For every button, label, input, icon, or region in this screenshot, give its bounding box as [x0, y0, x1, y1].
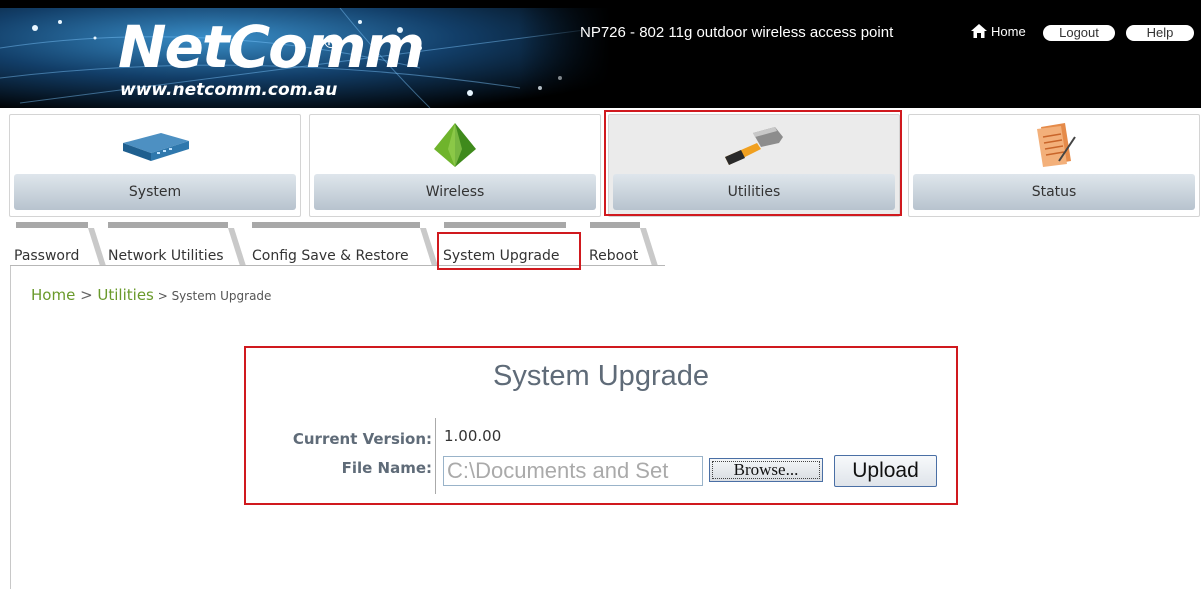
nav-status-label: Status [913, 174, 1195, 210]
home-icon [971, 24, 987, 38]
pyramid-icon [310, 121, 600, 169]
tab-network-utilities[interactable]: Network Utilities [100, 222, 246, 266]
breadcrumb-home[interactable]: Home [31, 286, 75, 304]
breadcrumb-separator: > [75, 286, 98, 304]
breadcrumb: Home > Utilities > System Upgrade [31, 286, 271, 304]
breadcrumb-separator: > [153, 289, 172, 303]
tab-config-save-restore[interactable]: Config Save & Restore [244, 222, 438, 266]
current-version-value: 1.00.00 [444, 427, 502, 445]
browse-button[interactable]: Browse... [709, 458, 823, 482]
logo-url: www.netcomm.com.au [120, 80, 338, 100]
content-left-border [10, 266, 11, 589]
tab-network-utilities-label: Network Utilities [108, 248, 224, 264]
nav-highlight-box [604, 110, 902, 216]
tab-password[interactable]: Password [10, 222, 106, 266]
nav-status[interactable]: Status [908, 114, 1200, 217]
router-icon [10, 121, 300, 169]
breadcrumb-current: System Upgrade [171, 289, 272, 303]
tab-password-label: Password [14, 248, 80, 264]
upload-button[interactable]: Upload [834, 455, 937, 487]
netcomm-logo: NetComm [118, 13, 425, 81]
breadcrumb-utilities[interactable]: Utilities [97, 286, 153, 304]
home-label: Home [991, 23, 1026, 39]
file-name-input[interactable]: C:\Documents and Set [443, 456, 703, 486]
device-title: NP726 - 802 11g outdoor wireless access … [580, 24, 894, 41]
current-version-label: Current Version: [292, 430, 432, 448]
document-icon [909, 121, 1199, 169]
file-name-label: File Name: [341, 459, 432, 477]
header-banner: NetComm ® www.netcomm.com.au NP726 - 802… [0, 0, 1201, 108]
tab-config-save-restore-label: Config Save & Restore [252, 248, 409, 264]
nav-system[interactable]: System [9, 114, 301, 217]
registered-mark: ® [322, 32, 340, 53]
tab-reboot[interactable]: Reboot [584, 222, 664, 266]
logout-button[interactable]: Logout [1043, 25, 1115, 41]
form-divider [435, 418, 436, 494]
nav-wireless[interactable]: Wireless [309, 114, 601, 217]
help-button[interactable]: Help [1126, 25, 1194, 41]
tab-reboot-label: Reboot [589, 248, 639, 264]
panel-title: System Upgrade [493, 360, 709, 392]
nav-wireless-label: Wireless [314, 174, 596, 210]
home-link[interactable]: Home [970, 23, 1026, 39]
nav-system-label: System [14, 174, 296, 210]
tab-highlight-box [437, 232, 581, 270]
system-upgrade-panel: System Upgrade Current Version: 1.00.00 … [244, 346, 958, 505]
